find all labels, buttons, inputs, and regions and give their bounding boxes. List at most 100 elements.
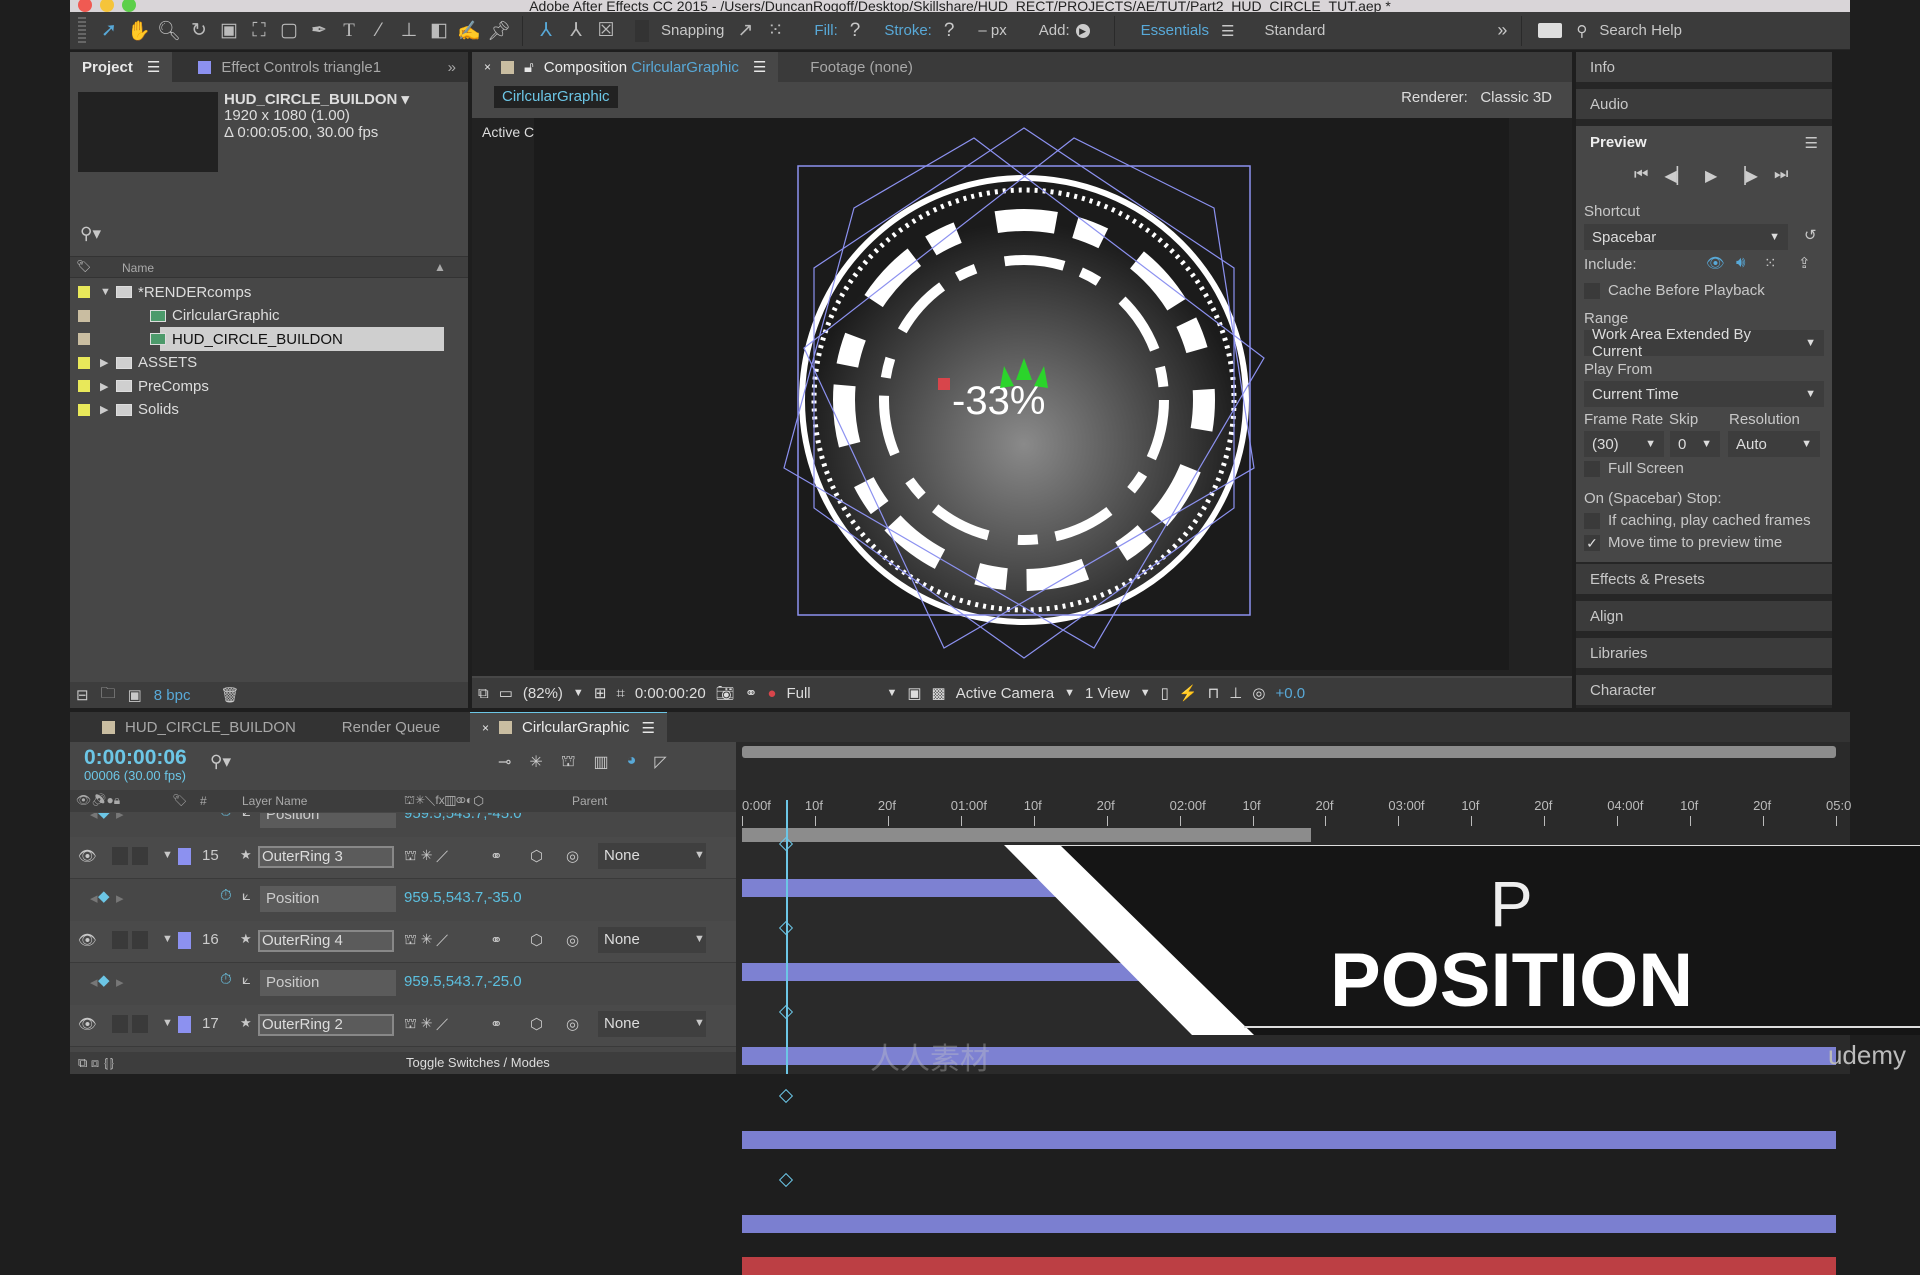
project-item[interactable]: ▼ *RENDERcomps (70, 280, 468, 304)
property-value[interactable]: 959.5,543.7,-35.0 (404, 889, 522, 906)
parent-column-header[interactable]: Parent (572, 794, 607, 808)
property-row[interactable]: ◂ ◆ ▸ ⏱︎ ⟀ Position 959.5,543.7,-45.0 (70, 813, 736, 837)
tab-cirlculargraphic[interactable]: × CirlcularGraphic ☰ (470, 712, 667, 742)
comp-flowchart-icon[interactable]: ⊸ (498, 752, 511, 772)
layer-controls-icon[interactable]: ⧉ ⧈ ⦃⦄ (78, 1055, 115, 1071)
frame-rate-dropdown[interactable]: (30) ▼ (1584, 431, 1664, 457)
eraser-tool-icon[interactable]: ◧ (424, 16, 454, 46)
frame-blending-icon[interactable]: ▥ (594, 752, 609, 772)
mask-visibility-icon[interactable]: ⌗ (616, 685, 624, 702)
layer-row[interactable]: 👁︎ ▼ 15 ★ OuterRing 3 ⛫ ✳ ⟋ ⚭ ⬡ ◎ None ▼ (70, 837, 736, 879)
layer-name[interactable]: OuterRing 2 (258, 1014, 394, 1036)
zoom-tool-icon[interactable]: 🔍︎ (154, 16, 184, 46)
layer-label-color[interactable] (178, 932, 191, 949)
project-item[interactable]: ▶ ASSETS (70, 351, 468, 375)
graph-icon[interactable]: ⟀ (242, 813, 251, 820)
reset-exposure-icon[interactable]: ◎ (1252, 684, 1265, 702)
last-frame-icon[interactable]: ⏭ (1774, 166, 1788, 186)
work-area-bar[interactable] (742, 828, 1311, 842)
playhead[interactable] (785, 800, 788, 1074)
tab-project[interactable]: Project ☰ (70, 52, 173, 82)
av-switches-icon[interactable]: 👁︎🔊︎●🔒︎ (76, 793, 120, 808)
project-item[interactable]: HUD_CIRCLE_BUILDON (70, 327, 468, 351)
local-axis-icon[interactable]: ⅄ (531, 16, 561, 46)
pick-whip-icon[interactable]: ◎ (566, 1015, 579, 1033)
brush-tool-icon[interactable]: ⁄ (364, 16, 394, 46)
workspace-menu-icon[interactable]: ☰ (1221, 22, 1234, 40)
parent-dropdown[interactable]: None (598, 927, 706, 953)
keyframe-diamond-icon[interactable]: ◆ (98, 887, 110, 905)
graph-editor-icon[interactable]: ◸ (654, 752, 666, 772)
label-column-icon[interactable]: 🏷︎ (172, 793, 187, 807)
more-workspaces-icon[interactable]: » (1497, 20, 1507, 41)
parent-chevron-icon[interactable]: ▼ (694, 933, 705, 945)
label-column-icon[interactable]: 🏷︎ (76, 259, 91, 273)
close-tab-icon[interactable]: × (482, 721, 489, 735)
workspace-standard[interactable]: Standard (1264, 22, 1325, 39)
include-export-icon[interactable]: ⇪ (1798, 254, 1811, 272)
fill-label[interactable]: Fill: (814, 22, 837, 39)
project-item[interactable]: ▶ Solids (70, 398, 468, 422)
selection-tool-icon[interactable]: ➚ (94, 16, 124, 46)
panel-overflow-icon[interactable]: » (436, 52, 468, 82)
lock-toggle[interactable] (132, 847, 148, 865)
camera-tool-icon[interactable]: ▣ (214, 16, 244, 46)
solo-toggle[interactable] (112, 931, 128, 949)
monitor-icon[interactable]: ▭ (499, 684, 513, 702)
current-time[interactable]: 0:00:00:06 (84, 746, 187, 770)
layer-row[interactable]: 👁︎ ▼ 17 ★ OuterRing 2 ⛫ ✳ ⟋ ⚭ ⬡ ◎ None ▼ (70, 1005, 736, 1047)
3d-layer-icon[interactable]: ⬡ (530, 931, 543, 949)
fill-value[interactable]: ? (850, 20, 861, 42)
label-color-swatch[interactable] (78, 403, 90, 416)
camera-view-dropdown[interactable]: Active Camera (956, 685, 1054, 702)
include-video-icon[interactable]: 👁︎ (1706, 254, 1725, 272)
include-audio-icon[interactable]: 🔊︎ (1736, 254, 1745, 271)
tab-footage[interactable]: Footage (none) (798, 52, 925, 82)
workspace-essentials[interactable]: Essentials (1141, 22, 1209, 39)
visibility-eye-icon[interactable]: 👁︎ (78, 847, 97, 865)
magnification-chevron-icon[interactable]: ▼ (573, 687, 584, 699)
graph-icon[interactable]: ⟀ (242, 971, 251, 988)
disclosure-triangle-icon[interactable]: ▶ (100, 380, 108, 393)
renderer-value[interactable]: Classic 3D (1480, 89, 1552, 106)
include-overlays-icon[interactable]: ⁙ (1764, 254, 1777, 272)
pick-whip-icon[interactable]: ◎ (566, 931, 579, 949)
roto-brush-tool-icon[interactable]: ✍ (454, 16, 484, 46)
layer-switches[interactable]: ⛫ ✳ ⟋ (404, 1015, 448, 1034)
layer-name[interactable]: OuterRing 4 (258, 930, 394, 952)
lock-toggle[interactable] (132, 1015, 148, 1033)
resolution-dropdown[interactable]: Full (786, 685, 876, 702)
next-keyframe-icon[interactable]: ▸ (116, 973, 124, 991)
graph-icon[interactable]: ⟀ (242, 887, 251, 904)
disclosure-triangle-icon[interactable]: ▼ (100, 286, 111, 298)
solo-toggle[interactable] (112, 1015, 128, 1033)
motion-blur-icon[interactable]: ◕ (627, 752, 637, 772)
layer-mode-icon[interactable]: ⚭ (490, 931, 503, 949)
label-color-swatch[interactable] (78, 333, 90, 345)
visibility-eye-icon[interactable]: 👁︎ (78, 931, 97, 949)
expand-triangle-icon[interactable]: ▼ (162, 849, 173, 861)
fast-previews-icon[interactable]: ⚡ (1179, 684, 1198, 702)
disclosure-triangle-icon[interactable]: ▶ (100, 403, 108, 416)
prev-keyframe-icon[interactable]: ◂ (90, 973, 98, 991)
layer-name[interactable]: OuterRing 3 (258, 846, 394, 868)
property-value[interactable]: 959.5,543.7,-25.0 (404, 973, 522, 990)
interpret-footage-icon[interactable]: ⊟ (76, 686, 89, 704)
tab-render-queue[interactable]: Render Queue (312, 712, 470, 742)
comp-breadcrumb[interactable]: CirlcularGraphic (494, 86, 618, 108)
label-color-swatch[interactable] (78, 380, 90, 392)
visibility-eye-icon[interactable]: 👁︎ (78, 1015, 97, 1033)
panel-effects-presets[interactable]: Effects & Presets (1576, 564, 1832, 594)
move-time-checkbox[interactable]: ✓ Move time to preview time (1584, 534, 1782, 551)
snapping-checkbox[interactable] (635, 19, 649, 42)
property-value[interactable]: 959.5,543.7,-45.0 (404, 813, 522, 822)
viewer[interactable]: Active Camera -33% (472, 118, 1572, 676)
hand-tool-icon[interactable]: ✋ (124, 16, 154, 46)
expand-triangle-icon[interactable]: ▼ (162, 933, 173, 945)
panel-align[interactable]: Align (1576, 601, 1832, 631)
next-keyframe-icon[interactable]: ▸ (116, 889, 124, 907)
close-tab-icon[interactable]: × (484, 60, 491, 74)
bpc-toggle[interactable]: 8 bpc (154, 687, 191, 704)
transparency-grid-icon[interactable]: ▩ (932, 684, 946, 702)
3d-layer-icon[interactable]: ⬡ (530, 847, 543, 865)
